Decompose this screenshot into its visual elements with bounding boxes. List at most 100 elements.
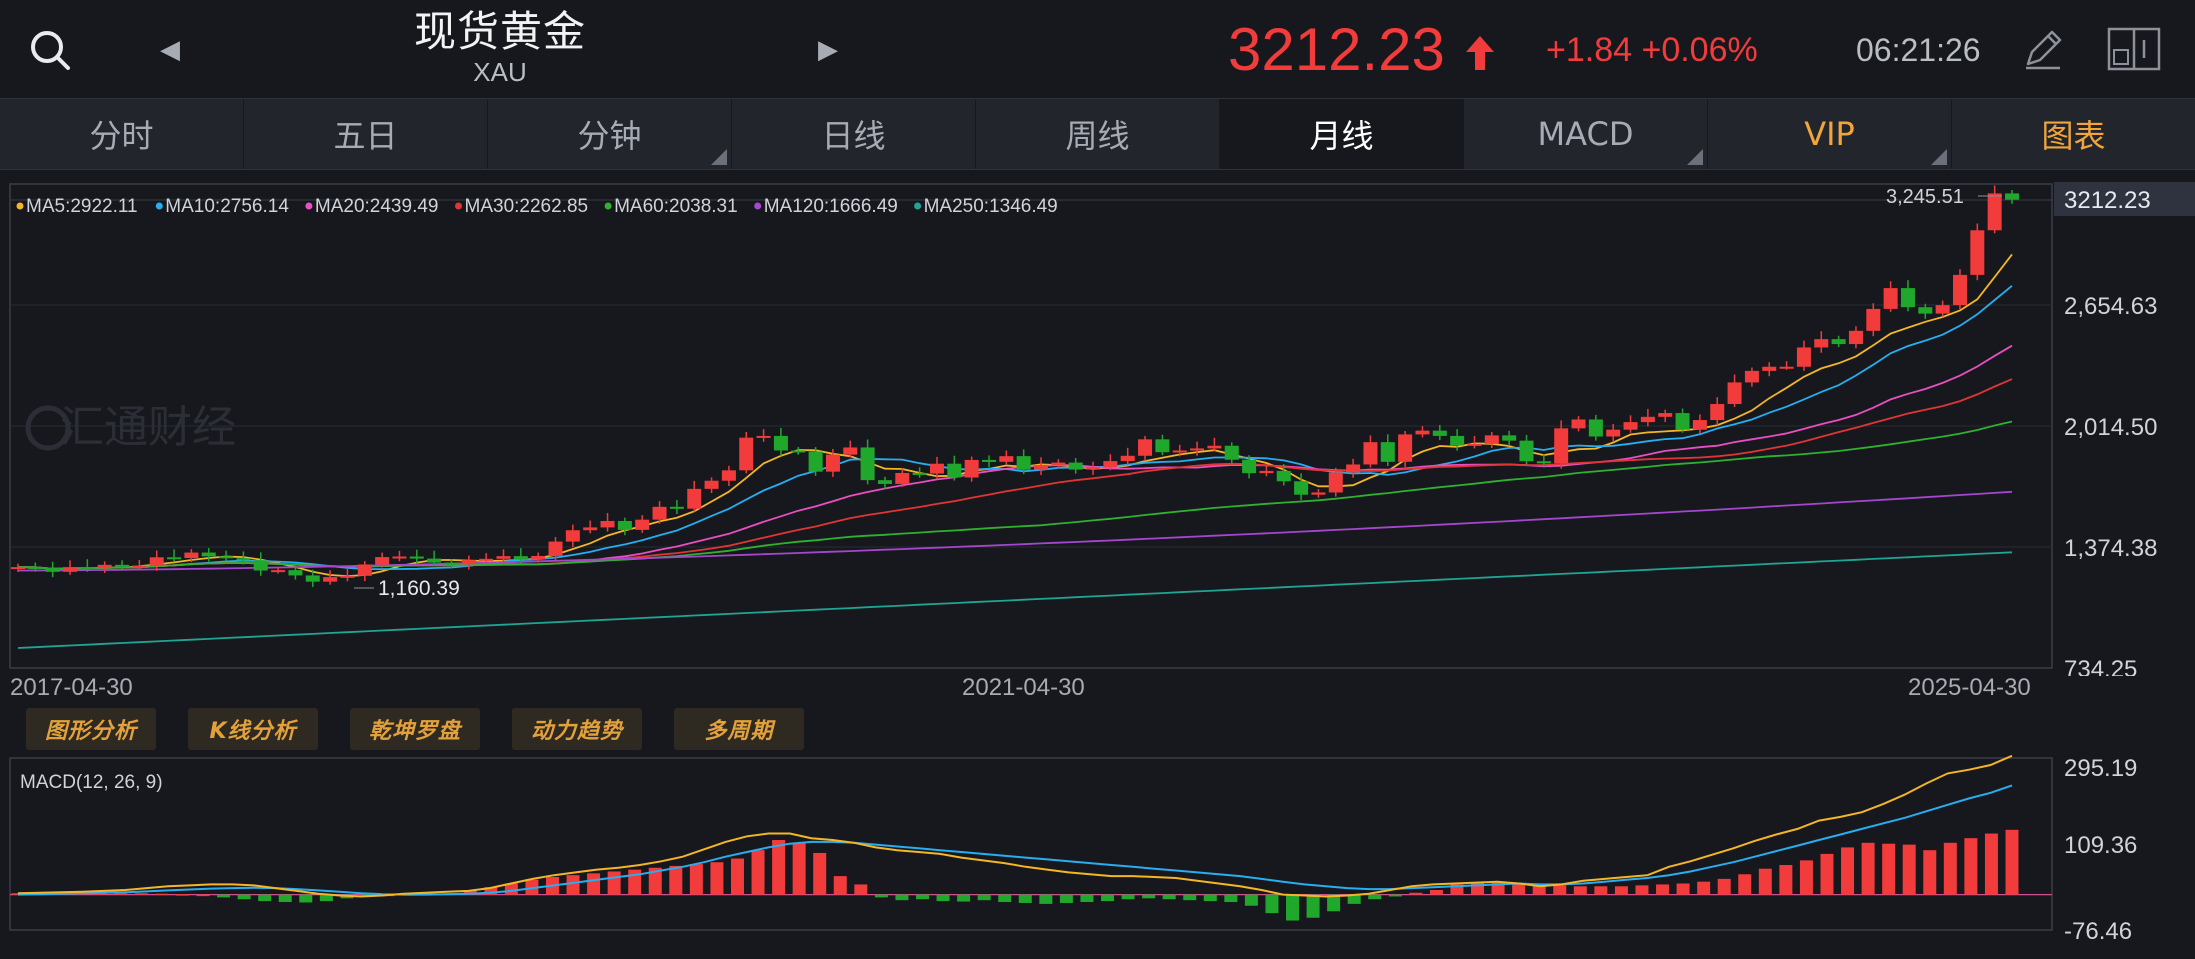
ma-legend-4: MA60:2038.31 (614, 196, 738, 217)
tab-4[interactable]: 周线 (976, 99, 1220, 169)
tab-0[interactable]: 分时 (0, 99, 244, 169)
candle-body (184, 552, 199, 559)
tab-5[interactable]: 月线 (1220, 99, 1464, 169)
tool-button-1[interactable]: K线分析 (188, 708, 318, 750)
macd-bar (217, 894, 231, 898)
search-icon[interactable] (28, 28, 72, 72)
candle (1952, 269, 1967, 310)
tab-6[interactable]: MACD (1464, 99, 1708, 169)
tool-button-0[interactable]: 图形分析 (26, 708, 156, 750)
candle-body (1450, 435, 1465, 446)
macd-bar (1614, 886, 1628, 895)
macd-bar (258, 894, 272, 902)
tab-1[interactable]: 五日 (244, 99, 488, 169)
candle-body (1120, 455, 1135, 462)
instrument-name: 现货黄金 (413, 7, 586, 56)
candle (721, 465, 736, 487)
tool-button-2[interactable]: 乾坤罗盘 (350, 708, 480, 750)
macd-bar (1573, 886, 1587, 895)
ma-legend-3: MA30:2262.85 (465, 196, 589, 217)
candle (392, 550, 407, 562)
candle-body (1831, 339, 1846, 345)
candle (999, 450, 1014, 465)
macd-bar (566, 875, 580, 895)
candle-body (149, 557, 164, 566)
candle-body (1987, 193, 2002, 231)
candle-body (1415, 430, 1430, 435)
candle-body (1814, 339, 1829, 348)
candle-body (877, 480, 892, 484)
next-arrow-icon[interactable]: ▶ (818, 30, 838, 70)
candle-body (1606, 429, 1621, 437)
macd-bar (155, 893, 169, 896)
candle (1519, 434, 1534, 465)
watermark: 汇通财经 (60, 402, 236, 453)
macd-bar (730, 858, 744, 895)
dropdown-corner-icon (1931, 149, 1947, 165)
macd-bar (278, 894, 292, 903)
macd-bar (196, 894, 210, 897)
macd-bar (1902, 844, 1916, 895)
candle-body (1779, 366, 1794, 369)
candle-body (45, 567, 60, 572)
candle-body (2005, 193, 2019, 200)
macd-bar (1059, 894, 1073, 903)
dropdown-corner-icon (711, 149, 727, 165)
candle-body (461, 560, 476, 565)
candle-body (1328, 472, 1343, 493)
y-tick-label: 2,654.63 (2064, 293, 2157, 320)
pen-icon[interactable] (2020, 26, 2066, 72)
tab-3[interactable]: 日线 (732, 99, 976, 169)
candle-body (1952, 274, 1967, 306)
candle-body (97, 564, 112, 568)
candle (600, 513, 615, 532)
tab-8[interactable]: 图表 (1952, 99, 2195, 169)
candle-body (409, 556, 424, 559)
tool-button-3[interactable]: 动力趋势 (512, 708, 642, 750)
candle-body (1900, 288, 1915, 308)
y-tick-label: 734.25 (2064, 656, 2137, 676)
macd-bar (1553, 885, 1567, 895)
macd-y-tick: -76.46 (2064, 918, 2132, 945)
candle-body (1675, 413, 1690, 430)
candle (1692, 414, 1707, 434)
candlestick-chart[interactable]: 汇通财经 MA5:2922.11 MA10:2756.14 MA20:2439.49 M… (0, 176, 2195, 676)
candle-body (479, 558, 494, 561)
tab-2[interactable]: 分钟 (488, 99, 732, 169)
candle-body (912, 472, 927, 475)
candle (1571, 416, 1586, 432)
candle-body (1571, 419, 1586, 429)
up-arrow-icon (1466, 36, 1494, 70)
candle-body (1363, 442, 1378, 465)
candle (773, 427, 788, 456)
candle-body (1502, 435, 1517, 441)
candle (1623, 415, 1638, 433)
macd-bar (1039, 894, 1053, 904)
macd-chart[interactable]: MACD(12, 26, 9) 295.19 109.36 -76.46 (0, 754, 2195, 946)
layout-icon[interactable] (2106, 26, 2162, 72)
candle (704, 477, 719, 494)
quote-time: 06:21:26 (1856, 32, 1981, 68)
legend-dot (16, 202, 24, 210)
candle (149, 550, 164, 571)
macd-bar (1409, 892, 1423, 895)
macd-bar (1635, 885, 1649, 895)
macd-bar (957, 894, 971, 902)
price-change: +1.84 +0.06% (1546, 31, 1758, 69)
tab-7[interactable]: VIP (1708, 99, 1952, 169)
candle (253, 552, 268, 576)
ma-legend-0: MA5:2922.11 (26, 196, 138, 217)
candle-body (999, 456, 1014, 462)
macd-bar (587, 873, 601, 895)
candle (964, 456, 979, 482)
candle-body (1970, 230, 1985, 275)
candle-body (1588, 419, 1603, 437)
candle (1398, 431, 1413, 468)
tool-button-4[interactable]: 多周期 (674, 708, 804, 750)
macd-bar (792, 842, 806, 895)
candle-body (1242, 459, 1257, 474)
candle-body (28, 567, 43, 570)
candle (739, 431, 754, 474)
prev-arrow-icon[interactable]: ◀ (160, 30, 180, 70)
tab-label: 分钟 (577, 117, 642, 155)
